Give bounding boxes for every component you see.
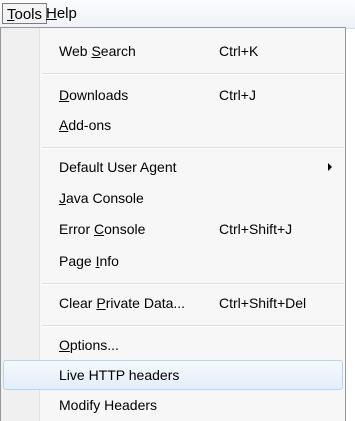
addons-label: Add-ons [59, 117, 112, 133]
web-search-shortcut: Ctrl+K [219, 43, 259, 59]
java-console-label: Java Console [59, 190, 144, 206]
help-label-key: H [46, 5, 57, 22]
menu-item-default-user-agent[interactable]: Default User Agent [3, 152, 343, 182]
clear-private-data-shortcut: Ctrl+Shift+Del [219, 295, 307, 311]
menu-separator [42, 147, 344, 149]
menu-item-modify-headers[interactable]: Modify Headers [3, 390, 343, 420]
menu-item-java-console[interactable]: Java Console [3, 183, 343, 213]
menu-bar: Tools Help [0, 0, 355, 29]
menu-item-addons[interactable]: Add-ons [3, 110, 343, 140]
default-user-agent-label: Default User Agent [59, 159, 177, 175]
error-console-label: Error Console [59, 221, 146, 237]
menu-item-error-console[interactable]: Error Console Ctrl+Shift+J [3, 214, 343, 244]
menubar-help[interactable]: Help [42, 3, 81, 24]
menu-item-downloads[interactable]: Downloads Ctrl+J [3, 80, 343, 110]
clear-private-data-label: Clear Private Data... [59, 295, 186, 311]
menu-item-page-info[interactable]: Page Info [3, 246, 343, 276]
web-search-label: Web Search [59, 43, 136, 59]
modify-headers-label: Modify Headers [59, 397, 158, 413]
menubar-tools[interactable]: Tools [2, 3, 48, 24]
submenu-arrow-icon [328, 163, 332, 171]
downloads-shortcut: Ctrl+J [219, 87, 256, 103]
page-info-label: Page Info [59, 253, 119, 269]
menu-separator [42, 283, 344, 285]
menu-item-clear-private-data[interactable]: Clear Private Data... Ctrl+Shift+Del [3, 288, 343, 318]
screen: Tools Help Web Search Ctrl+K Downloads C… [0, 0, 355, 421]
menu-separator [42, 325, 344, 327]
menu-separator [42, 73, 344, 75]
menu-item-live-http-headers[interactable]: Live HTTP headers [3, 360, 343, 390]
downloads-label: Downloads [59, 87, 129, 103]
help-label-post: elp [56, 5, 77, 22]
tools-label-post: ools [14, 6, 43, 23]
error-console-shortcut: Ctrl+Shift+J [219, 221, 293, 237]
live-http-headers-label: Live HTTP headers [59, 367, 180, 383]
tools-label-key: T [7, 6, 15, 23]
options-label: Options... [59, 337, 119, 353]
tools-menu-dropdown: Web Search Ctrl+K Downloads Ctrl+J Add-o… [0, 27, 346, 421]
menu-item-web-search[interactable]: Web Search Ctrl+K [3, 36, 343, 66]
menu-item-options[interactable]: Options... [3, 330, 343, 360]
